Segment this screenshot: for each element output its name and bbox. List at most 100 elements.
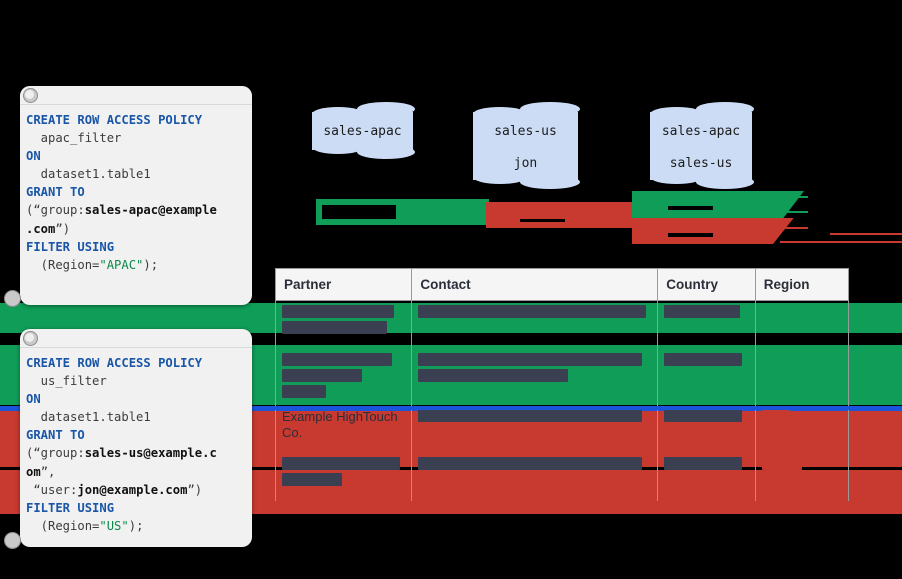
code-token: (“group: [26, 203, 85, 218]
code-token: sales-apac@example [84, 203, 217, 218]
redaction-bar [664, 457, 743, 470]
connector-green-a [780, 196, 808, 198]
flag-label: sales-apac [661, 123, 741, 139]
table-row-divider-blue [275, 406, 849, 410]
flag-label: jon [513, 155, 538, 171]
flag-label: sales-apac [323, 123, 402, 139]
panel-title-bar [20, 329, 252, 348]
cell-country [657, 349, 756, 405]
code-token: CREATE ROW ACCESS POLICY [26, 356, 203, 370]
code-token: ON [26, 149, 41, 164]
code-block-apac: CREATE ROW ACCESS POLICY apac_filter ON … [20, 105, 252, 274]
policy-bar-green-left-mask [322, 205, 396, 219]
code-token: jon@example.com [77, 482, 188, 497]
code-token: FILTER USING [26, 239, 115, 254]
connector-red-b [780, 241, 902, 243]
column-header-country[interactable]: Country [657, 268, 756, 301]
redaction-bar [761, 353, 796, 366]
code-panel-us-policy[interactable]: CREATE ROW ACCESS POLICY us_filter ON da… [20, 329, 252, 547]
column-header-region[interactable]: Region [754, 268, 850, 301]
redaction-bar [282, 473, 342, 486]
redaction-bar [664, 409, 743, 422]
cell-region [754, 453, 850, 501]
flag-jon: jon [473, 146, 578, 180]
column-header-contact[interactable]: Contact [411, 268, 659, 301]
cell-region [754, 405, 850, 453]
code-token: "APAC" [99, 257, 144, 272]
redaction-bar [282, 457, 400, 470]
redaction-bar [761, 457, 802, 470]
code-token: ”) [187, 482, 203, 497]
redaction-bar [664, 305, 741, 318]
code-token: (Region= [26, 518, 100, 533]
redaction-bar [418, 457, 643, 470]
panel-corner-dot-icon-b [4, 532, 21, 549]
table-row[interactable] [274, 300, 850, 349]
code-token: ”, [40, 464, 56, 479]
connector-red-a [780, 227, 808, 229]
cell-partner [274, 453, 413, 501]
table-row[interactable] [274, 453, 850, 501]
table-header-row: Partner Contact Country Region [274, 268, 850, 301]
flag-sales-apac-right: sales-apac [650, 112, 752, 150]
policy-bar-red-left [486, 202, 632, 228]
flag-sales-us-top: sales-us [473, 112, 578, 150]
cell-partner [274, 349, 413, 405]
code-token: “user: [26, 482, 78, 497]
code-token: (Region= [26, 257, 100, 272]
code-token: ); [143, 257, 159, 272]
policy-bar-red-left-mask [520, 219, 565, 222]
redaction-bar [761, 409, 790, 422]
cell-country [657, 453, 756, 501]
redaction-bar [282, 305, 394, 318]
policy-bar-green-right [632, 191, 804, 218]
cell-contact [411, 405, 659, 453]
code-token: ”) [55, 221, 71, 236]
code-panel-apac-policy[interactable]: CREATE ROW ACCESS POLICY apac_filter ON … [20, 86, 252, 305]
code-token: dataset1.table1 [26, 410, 151, 425]
redaction-bar [418, 409, 643, 422]
policy-bar-red-right [632, 218, 794, 244]
code-block-us: CREATE ROW ACCESS POLICY us_filter ON da… [20, 348, 252, 535]
redaction-bar [282, 369, 362, 382]
redaction-bar [418, 353, 643, 366]
panel-corner-dot-icon-a [4, 290, 21, 307]
code-token: (“group: [26, 446, 85, 461]
table-row[interactable] [274, 349, 850, 405]
code-token: om [26, 464, 41, 479]
code-token: ON [26, 392, 41, 407]
redaction-bar [761, 305, 792, 318]
code-token: "US" [99, 518, 129, 533]
connector-green-b [780, 211, 808, 213]
cell-country [657, 300, 756, 349]
table-row[interactable]: Example HighTouch Co. [274, 405, 850, 453]
code-token: GRANT TO [26, 185, 85, 200]
cell-region [754, 349, 850, 405]
cell-partner: Example HighTouch Co. [274, 405, 413, 453]
flag-sales-us-right: sales-us [650, 146, 752, 180]
redaction-bar [282, 385, 326, 398]
cell-contact [411, 453, 659, 501]
code-token: sales-us@example.c [84, 446, 217, 461]
policy-bar-green-right-mask [668, 206, 713, 210]
column-header-partner[interactable]: Partner [274, 268, 413, 301]
redaction-bar [418, 369, 569, 382]
diagram-canvas: sales-apac sales-us jon sales-apac sales… [0, 0, 902, 579]
code-token: GRANT TO [26, 428, 85, 443]
code-token: ); [128, 518, 144, 533]
redaction-bar [664, 353, 743, 366]
code-token: .com [26, 221, 56, 236]
cell-country [657, 405, 756, 453]
cell-contact [411, 349, 659, 405]
redaction-bar [418, 305, 647, 318]
code-token: apac_filter [26, 131, 122, 146]
code-token: FILTER USING [26, 500, 115, 515]
panel-title-bar [20, 86, 252, 105]
code-token: dataset1.table1 [26, 167, 151, 182]
cell-region [754, 300, 850, 349]
cell-contact [411, 300, 659, 349]
code-token: us_filter [26, 374, 107, 389]
cell-partner [274, 300, 413, 349]
code-token: CREATE ROW ACCESS POLICY [26, 113, 203, 127]
window-dot-icon [23, 331, 38, 346]
